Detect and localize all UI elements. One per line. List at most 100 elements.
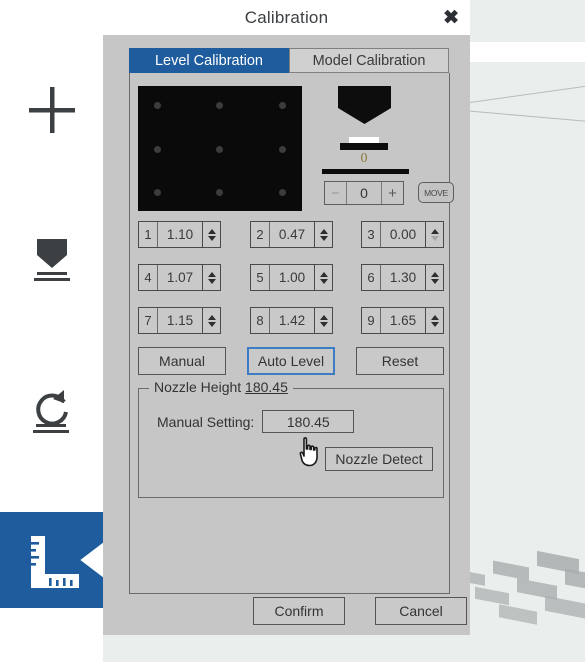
mesh-cell-spinner[interactable] (425, 265, 443, 290)
mesh-cell-3[interactable]: 3 0.00 (361, 221, 444, 248)
mesh-cell-9[interactable]: 9 1.65 (361, 307, 444, 334)
mesh-cell-value: 0.00 (389, 227, 417, 242)
chevron-down-icon[interactable] (207, 235, 216, 241)
auto-level-button[interactable]: Auto Level (247, 347, 335, 375)
reset-button[interactable]: Reset (356, 347, 444, 375)
bed-probe-point (154, 189, 161, 196)
chevron-up-icon[interactable] (319, 314, 328, 320)
manual-setting-input[interactable]: 180.45 (262, 410, 355, 433)
mesh-cell-index: 4 (139, 265, 158, 290)
confirm-button[interactable]: Confirm (253, 597, 345, 625)
mesh-cell-6[interactable]: 6 1.30 (361, 264, 444, 291)
bed-probe-point (216, 189, 223, 196)
chevron-up-icon[interactable] (319, 271, 328, 277)
stepper-increment-button[interactable]: + (382, 182, 403, 204)
calibration-actions: Manual Auto Level Reset (138, 347, 444, 375)
mesh-cell-index: 2 (251, 222, 270, 247)
left-toolbar (0, 0, 103, 662)
nozzle-detect-button[interactable]: Nozzle Detect (325, 447, 433, 471)
mesh-cell-index: 1 (139, 222, 158, 247)
chevron-down-icon[interactable] (319, 321, 328, 327)
chevron-up-icon[interactable] (430, 271, 439, 277)
mesh-cell-index: 5 (251, 265, 270, 290)
offset-stepper[interactable]: − 0 + (324, 181, 404, 205)
mesh-cell-spinner[interactable] (202, 222, 220, 247)
nozzle-height-legend: Nozzle Height 180.45 (149, 379, 293, 395)
nozzle-offset-value: 0 (360, 151, 368, 166)
nozzle-height-legend-prefix: Nozzle Height (154, 379, 246, 395)
cancel-button[interactable]: Cancel (375, 597, 467, 625)
bed-probe-point (279, 189, 286, 196)
mesh-cell-value: 1.30 (389, 270, 417, 285)
mesh-cell-index: 8 (251, 308, 270, 333)
mesh-cell-value: 1.00 (278, 270, 306, 285)
mesh-cell-5[interactable]: 5 1.00 (250, 264, 333, 291)
mesh-cell-value: 1.07 (166, 270, 194, 285)
mesh-cell-value: 0.47 (278, 227, 306, 242)
nozzle-height-legend-value: 180.45 (245, 379, 288, 395)
nozzle-icon (26, 237, 78, 283)
mesh-cell-index: 6 (362, 265, 381, 290)
stepper-value: 0 (346, 182, 382, 204)
chevron-up-icon[interactable] (207, 228, 216, 234)
nozzle-height-group: Nozzle Height 180.45 Manual Setting: 180… (138, 379, 444, 498)
bed-probe-point (216, 146, 223, 153)
chevron-up-icon[interactable] (430, 314, 439, 320)
move-button[interactable]: MOVE (418, 182, 454, 203)
mesh-cell-index: 3 (362, 222, 381, 247)
chevron-down-icon[interactable] (430, 278, 439, 284)
chevron-down-icon[interactable] (207, 278, 216, 284)
stepper-decrement-button[interactable]: − (325, 182, 346, 204)
viewport-edge-line-1 (463, 75, 585, 104)
bed-preview[interactable] (138, 86, 302, 211)
dialog-titlebar: Calibration ✖ (103, 0, 470, 35)
toolbar-item-add[interactable] (0, 62, 103, 158)
tab-bar: Level Calibration Model Calibration (129, 48, 449, 73)
nozzle-indicator-area: 0 − 0 + MOVE (322, 81, 454, 211)
mesh-cell-2[interactable]: 2 0.47 (250, 221, 333, 248)
chevron-up-icon[interactable] (430, 228, 439, 234)
mesh-cell-7[interactable]: 7 1.15 (138, 307, 221, 334)
mesh-cell-1[interactable]: 1 1.10 (138, 221, 221, 248)
manual-setting-label: Manual Setting: (157, 413, 255, 430)
toolbar-item-reset-view[interactable] (0, 362, 103, 458)
tab-level-calibration[interactable]: Level Calibration (129, 48, 289, 73)
tab-model-calibration[interactable]: Model Calibration (289, 48, 449, 73)
manual-button[interactable]: Manual (138, 347, 226, 375)
mesh-cell-spinner[interactable] (202, 265, 220, 290)
bed-probe-point (279, 102, 286, 109)
chevron-down-icon (430, 235, 439, 241)
toolbar-item-calibration[interactable] (0, 512, 103, 608)
manual-setting-row: Manual Setting: 180.45 (157, 410, 355, 433)
mesh-cell-index: 7 (139, 308, 158, 333)
toolbar-item-nozzle[interactable] (0, 212, 103, 308)
dialog-footer: Confirm Cancel (103, 597, 470, 635)
mesh-cell-spinner[interactable] (425, 308, 443, 333)
chevron-up-icon[interactable] (207, 271, 216, 277)
chevron-up-icon[interactable] (207, 314, 216, 320)
plus-icon (26, 84, 78, 136)
mesh-cell-8[interactable]: 8 1.42 (250, 307, 333, 334)
bed-probe-point (154, 146, 161, 153)
mesh-cell-spinner[interactable] (314, 265, 332, 290)
close-icon[interactable]: ✖ (443, 8, 459, 27)
mesh-cell-spinner[interactable] (425, 222, 443, 247)
mesh-cell-value: 1.15 (166, 313, 194, 328)
mesh-cell-spinner[interactable] (314, 308, 332, 333)
mesh-cell-4[interactable]: 4 1.07 (138, 264, 221, 291)
chevron-down-icon[interactable] (319, 235, 328, 241)
bed-surface-line (322, 169, 409, 174)
mesh-cell-value: 1.65 (389, 313, 417, 328)
mesh-cell-spinner[interactable] (202, 308, 220, 333)
chevron-down-icon[interactable] (207, 321, 216, 327)
bed-probe-point (279, 146, 286, 153)
chevron-up-icon[interactable] (319, 228, 328, 234)
chevron-down-icon[interactable] (430, 321, 439, 327)
level-calibration-panel: 0 − 0 + MOVE 1 1.10 2 0.47 3 0.00 4 1.07… (129, 73, 454, 594)
mesh-cell-index: 9 (362, 308, 381, 333)
bed-probe-point (154, 102, 161, 109)
calibration-dialog: Calibration ✖ Level Calibration Model Ca… (103, 0, 470, 635)
mesh-cell-spinner[interactable] (314, 222, 332, 247)
mesh-point-grid: 1 1.10 2 0.47 3 0.00 4 1.07 5 1.00 6 1.3… (138, 221, 444, 336)
chevron-down-icon[interactable] (319, 278, 328, 284)
